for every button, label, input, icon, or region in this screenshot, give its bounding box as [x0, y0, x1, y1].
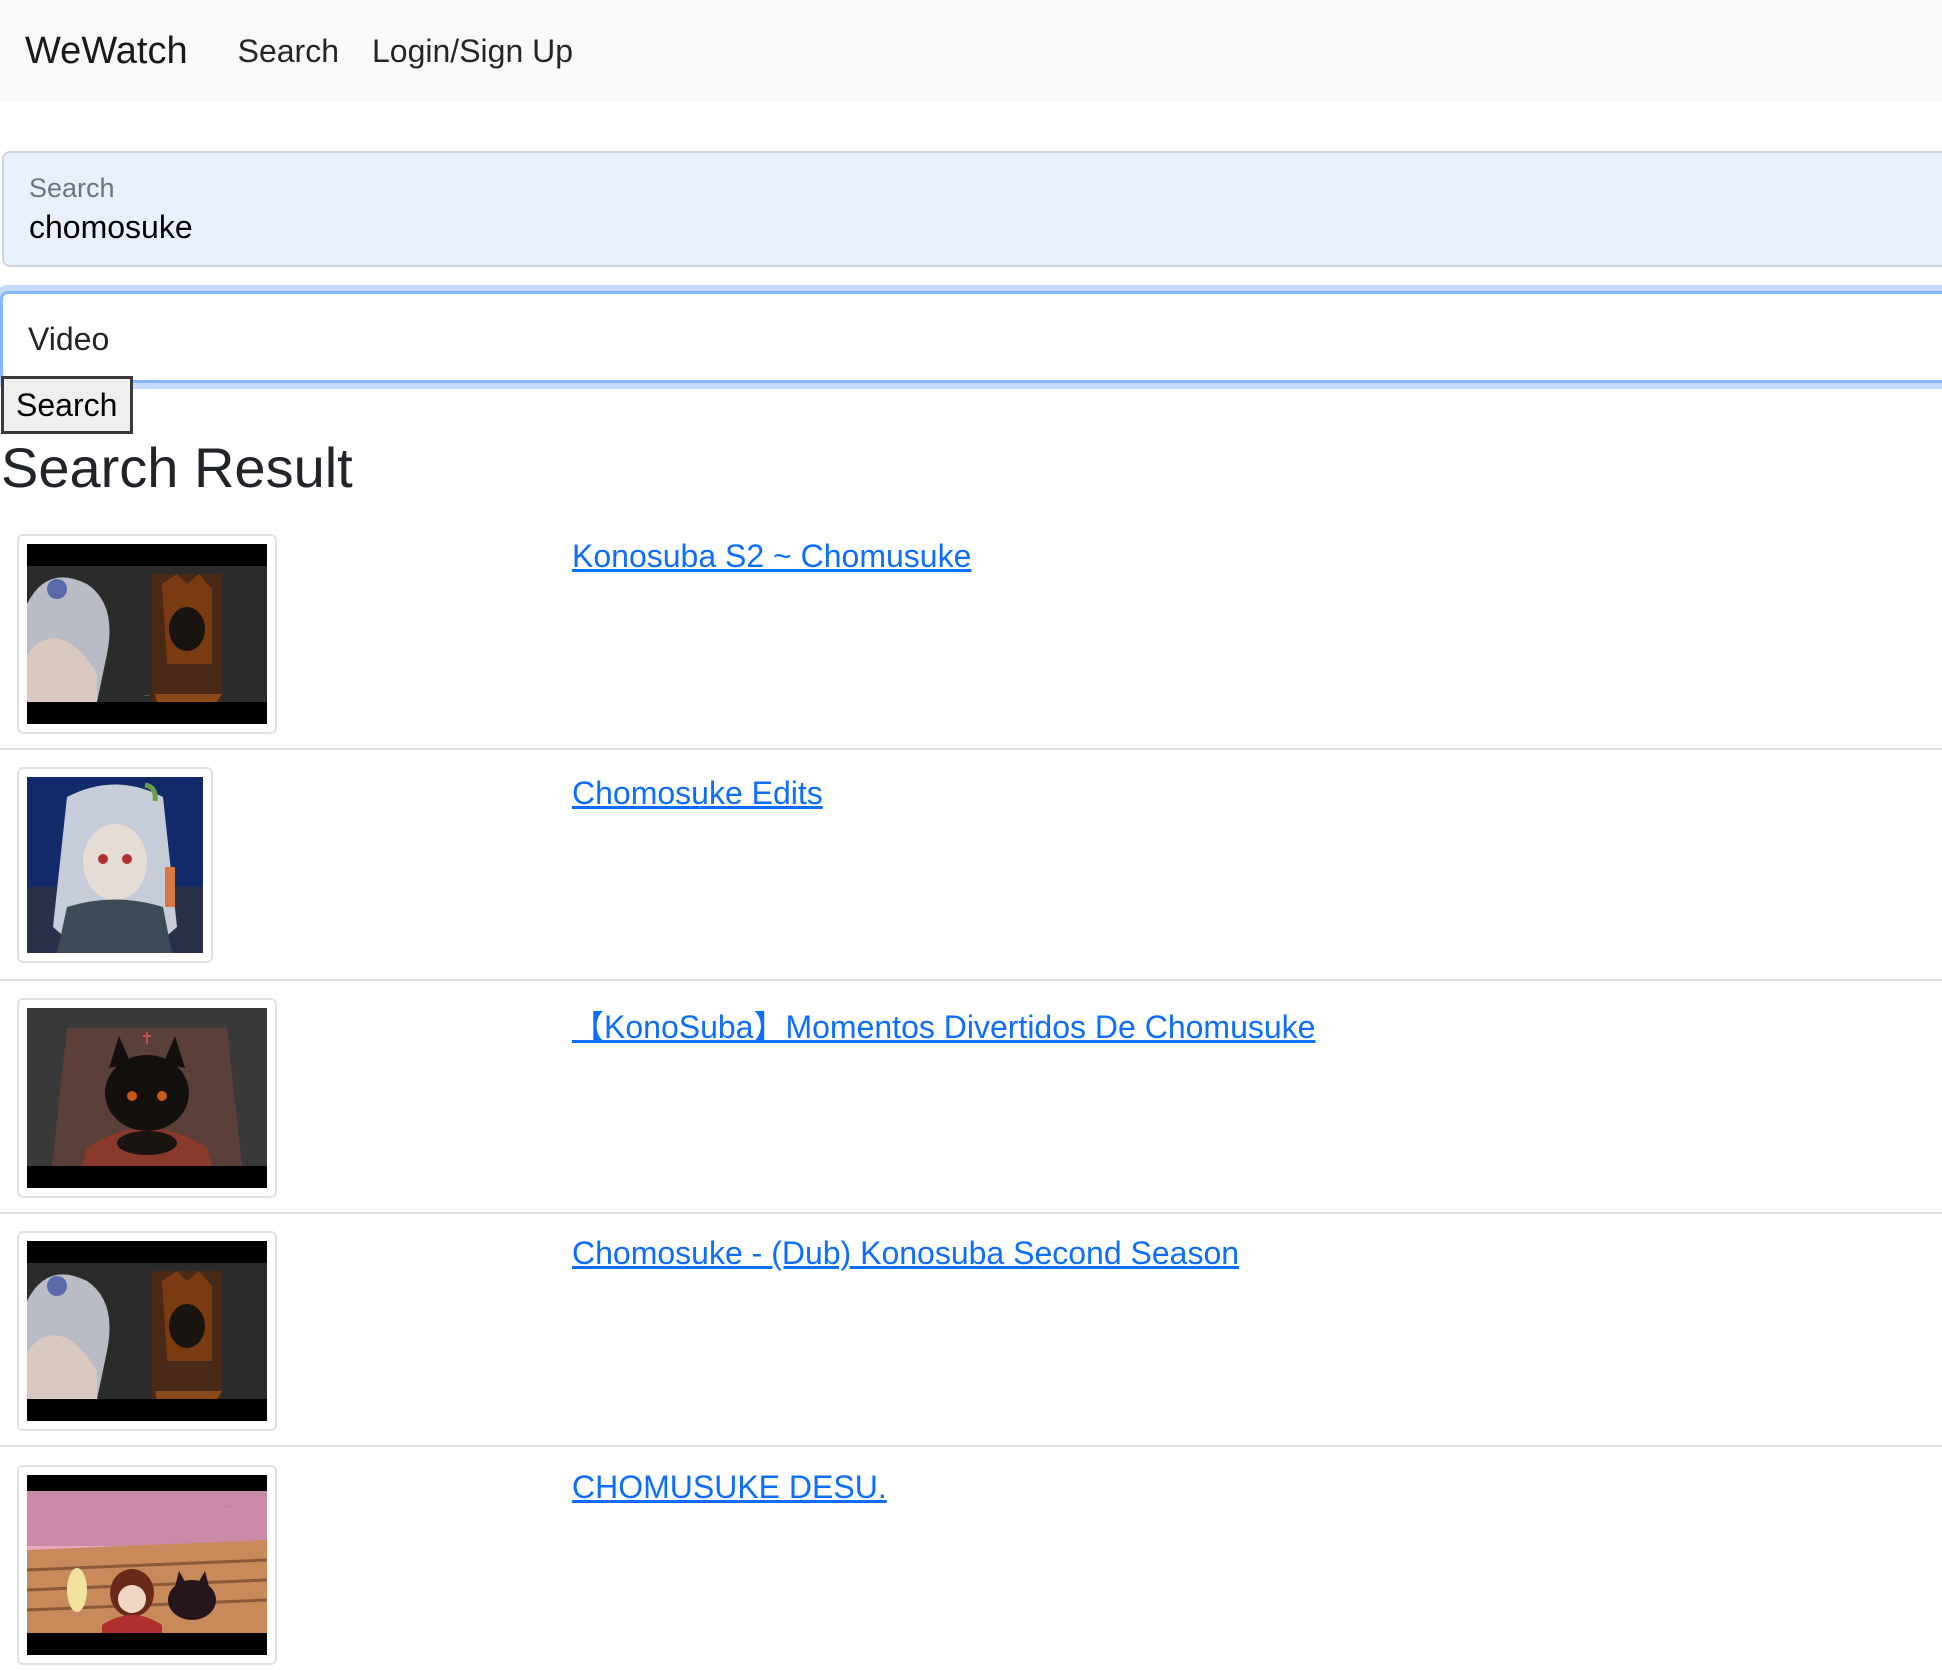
- search-button[interactable]: Search: [1, 376, 133, 434]
- search-input[interactable]: Search chomosuke: [2, 151, 1942, 267]
- thumbnail-image: [27, 1008, 267, 1188]
- result-item: 【KonoSuba】Momentos Divertidos De Chomusu…: [0, 998, 1942, 1214]
- nav-link-search[interactable]: Search: [238, 33, 339, 70]
- result-item: Chomosuke - (Dub) Konosuba Second Season: [0, 1231, 1942, 1447]
- result-title-link[interactable]: Chomosuke Edits: [572, 775, 823, 812]
- thumbnail-image: [27, 777, 203, 953]
- result-thumbnail[interactable]: [17, 1231, 277, 1431]
- result-item: Chomosuke Edits: [0, 767, 1942, 981]
- svg-text:...: ...: [144, 691, 150, 698]
- result-title-link[interactable]: Chomosuke - (Dub) Konosuba Second Season: [572, 1235, 1239, 1272]
- type-select[interactable]: Video: [0, 291, 1942, 383]
- search-input-value[interactable]: chomosuke: [29, 209, 193, 246]
- thumbnail-image: ...: [27, 1475, 267, 1655]
- nav-link-login-signup[interactable]: Login/Sign Up: [372, 33, 573, 70]
- result-thumbnail[interactable]: [17, 767, 213, 963]
- result-thumbnail[interactable]: [17, 998, 277, 1198]
- result-thumbnail[interactable]: ...: [17, 534, 277, 734]
- thumbnail-image: ...: [27, 544, 267, 724]
- result-title-link[interactable]: Konosuba S2 ~ Chomusuke: [572, 538, 971, 575]
- thumbnail-image: [27, 1241, 267, 1421]
- result-item: ... CHOMUSUKE DESU.: [0, 1465, 1942, 1670]
- navbar: WeWatch Search Login/Sign Up: [0, 0, 1942, 102]
- results-heading: Search Result: [1, 436, 353, 499]
- brand-logo[interactable]: WeWatch: [25, 30, 188, 73]
- search-input-label: Search: [29, 173, 115, 203]
- result-title-link[interactable]: 【KonoSuba】Momentos Divertidos De Chomusu…: [572, 1002, 1315, 1048]
- result-title-link[interactable]: CHOMUSUKE DESU.: [572, 1469, 887, 1506]
- result-item: ... Konosuba S2 ~ Chomusuke: [0, 534, 1942, 750]
- result-thumbnail[interactable]: ...: [17, 1465, 277, 1665]
- svg-text:...: ...: [224, 1501, 231, 1509]
- type-select-value[interactable]: Video: [28, 321, 109, 358]
